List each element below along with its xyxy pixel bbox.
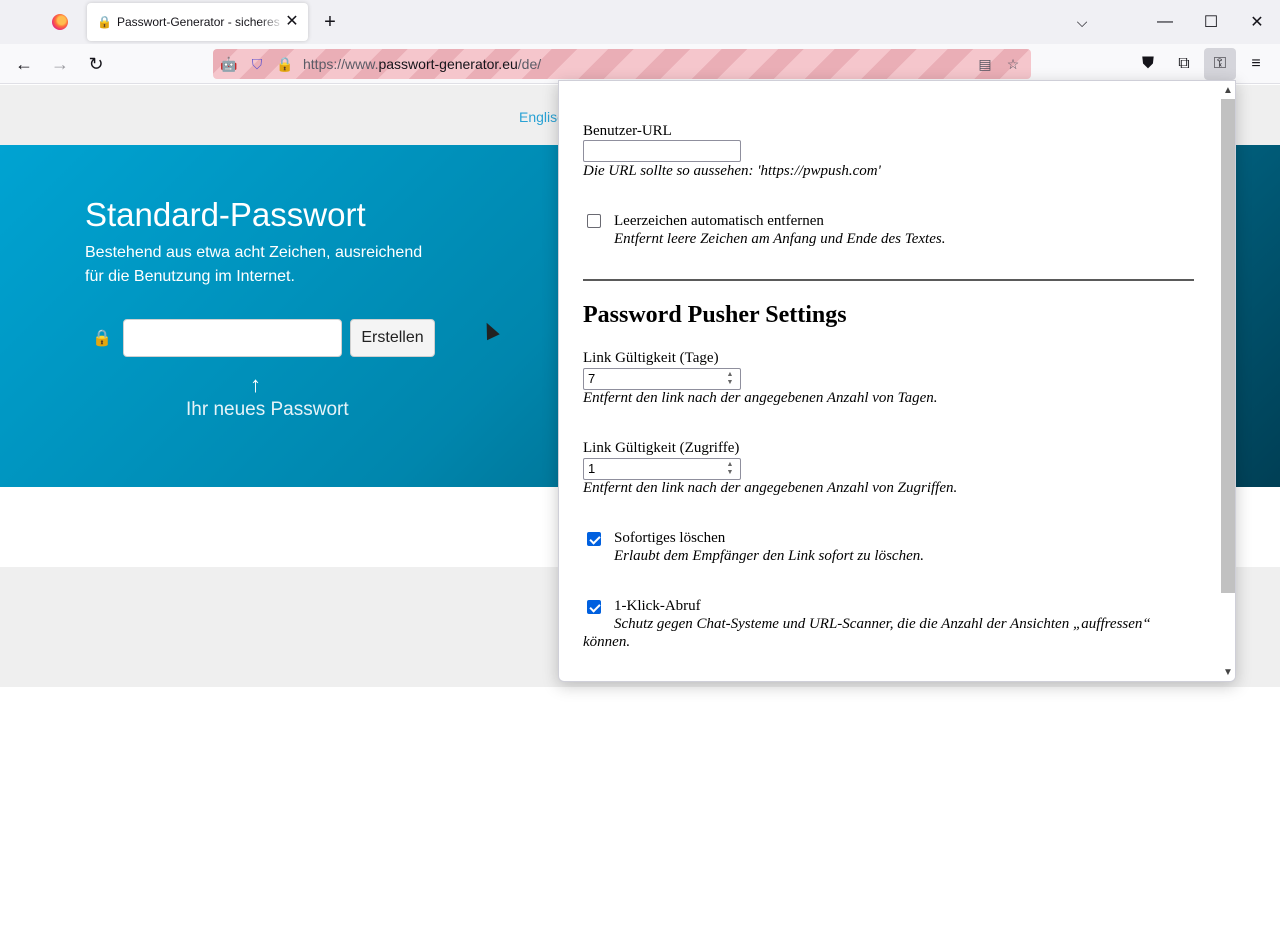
- one-click-retrieval-label: 1-Klick-Abruf: [614, 598, 701, 614]
- password-output-field[interactable]: [123, 319, 342, 357]
- hamburger-menu-icon[interactable]: ≡: [1240, 48, 1272, 80]
- strip-whitespace-checkbox[interactable]: [587, 214, 601, 228]
- back-icon[interactable]: ←: [8, 48, 40, 80]
- days-spinner-icon[interactable]: ▲ ▼: [723, 371, 737, 387]
- strip-whitespace-label: Leerzeichen automatisch entfernen: [614, 213, 824, 229]
- padlock-icon[interactable]: 🔒: [271, 49, 299, 79]
- reader-view-icon[interactable]: ▤: [971, 49, 999, 79]
- maximize-button[interactable]: ☐: [1188, 0, 1234, 44]
- tab-title: Passwort-Generator - sicheres P: [117, 15, 284, 29]
- extension-popup: Benutzer-URL Die URL sollte so aussehen:…: [558, 80, 1236, 682]
- views-number-input[interactable]: 1 ▲ ▼: [583, 458, 741, 480]
- lock-icon: 🔒: [92, 330, 112, 347]
- reload-icon[interactable]: ↻: [80, 48, 112, 80]
- new-tab-button[interactable]: +: [318, 9, 342, 35]
- mouse-cursor-icon: [480, 319, 500, 341]
- create-button[interactable]: Erstellen: [350, 319, 435, 357]
- user-url-label: Benutzer-URL: [583, 123, 672, 139]
- firefox-view-button[interactable]: [40, 4, 80, 40]
- instant-delete-label: Sofortiges löschen: [614, 530, 726, 546]
- views-spinner-icon[interactable]: ▲ ▼: [723, 461, 737, 477]
- tab-close-icon[interactable]: ✕: [284, 14, 300, 30]
- forward-icon[interactable]: →: [44, 48, 76, 80]
- hero-title: Standard-Passwort: [85, 196, 366, 233]
- user-url-input[interactable]: [583, 140, 741, 162]
- scroll-up-icon[interactable]: ▲: [1219, 83, 1235, 99]
- scroll-down-icon[interactable]: ▼: [1219, 665, 1235, 681]
- scrollbar-thumb[interactable]: [1221, 99, 1235, 593]
- hero-description: Bestehend aus etwa acht Zeichen, ausreic…: [85, 244, 423, 285]
- arrow-up-icon: ↑: [250, 372, 261, 397]
- lock-favicon-icon: 🔒: [97, 15, 112, 29]
- views-label: Link Gültigkeit (Zugriffe): [583, 440, 740, 456]
- settings-heading: Password Pusher Settings: [583, 302, 847, 328]
- password-pusher-extension-icon[interactable]: ⚿: [1204, 48, 1236, 80]
- views-value: 1: [588, 461, 596, 476]
- robot-icon[interactable]: 🤖: [215, 49, 243, 79]
- pocket-icon[interactable]: ⛊: [1132, 48, 1164, 80]
- section-divider: [583, 279, 1194, 281]
- one-click-retrieval-help-cont: können.: [583, 634, 631, 650]
- close-window-button[interactable]: ✕: [1234, 0, 1280, 44]
- firefox-logo-icon: [52, 14, 68, 30]
- days-help: Entfernt den link nach der angegebenen A…: [583, 390, 938, 406]
- views-help: Entfernt den link nach der angegebenen A…: [583, 480, 958, 496]
- user-url-help: Die URL sollte so aussehen: 'https://pwp…: [583, 163, 881, 179]
- popup-scrollbar[interactable]: ▲ ▼: [1219, 81, 1235, 681]
- tab-bar: 🔒 Passwort-Generator - sicheres P ✕ + ⌵ …: [0, 0, 1280, 44]
- strip-whitespace-help: Entfernt leere Zeichen am Anfang und End…: [614, 231, 946, 247]
- list-all-tabs-icon[interactable]: ⌵: [1070, 10, 1094, 34]
- url-bar[interactable]: 🤖 ⛉ 🔒 https://www.passwort-generator.eu/…: [213, 49, 1031, 79]
- url-text[interactable]: https://www.passwort-generator.eu/de/: [303, 56, 541, 72]
- days-value: 7: [588, 371, 596, 386]
- instant-delete-checkbox[interactable]: [587, 532, 601, 546]
- tracking-shield-icon[interactable]: ⛉: [243, 49, 271, 79]
- bookmark-star-icon[interactable]: ☆: [999, 49, 1027, 79]
- tab-active[interactable]: 🔒 Passwort-Generator - sicheres P ✕: [87, 3, 308, 41]
- result-label: Ihr neues Passwort: [186, 399, 349, 420]
- one-click-retrieval-help: Schutz gegen Chat-Systeme und URL-Scanne…: [614, 616, 1151, 632]
- instant-delete-help: Erlaubt dem Empfänger den Link sofort zu…: [614, 548, 924, 564]
- minimize-button[interactable]: —: [1142, 0, 1188, 44]
- one-click-retrieval-checkbox[interactable]: [587, 600, 601, 614]
- navigation-bar: ← → ↻ 🤖 ⛉ 🔒 https://www.passwort-generat…: [0, 44, 1280, 84]
- days-label: Link Gültigkeit (Tage): [583, 350, 719, 366]
- extensions-puzzle-icon[interactable]: ⧉: [1168, 48, 1200, 80]
- days-number-input[interactable]: 7 ▲ ▼: [583, 368, 741, 390]
